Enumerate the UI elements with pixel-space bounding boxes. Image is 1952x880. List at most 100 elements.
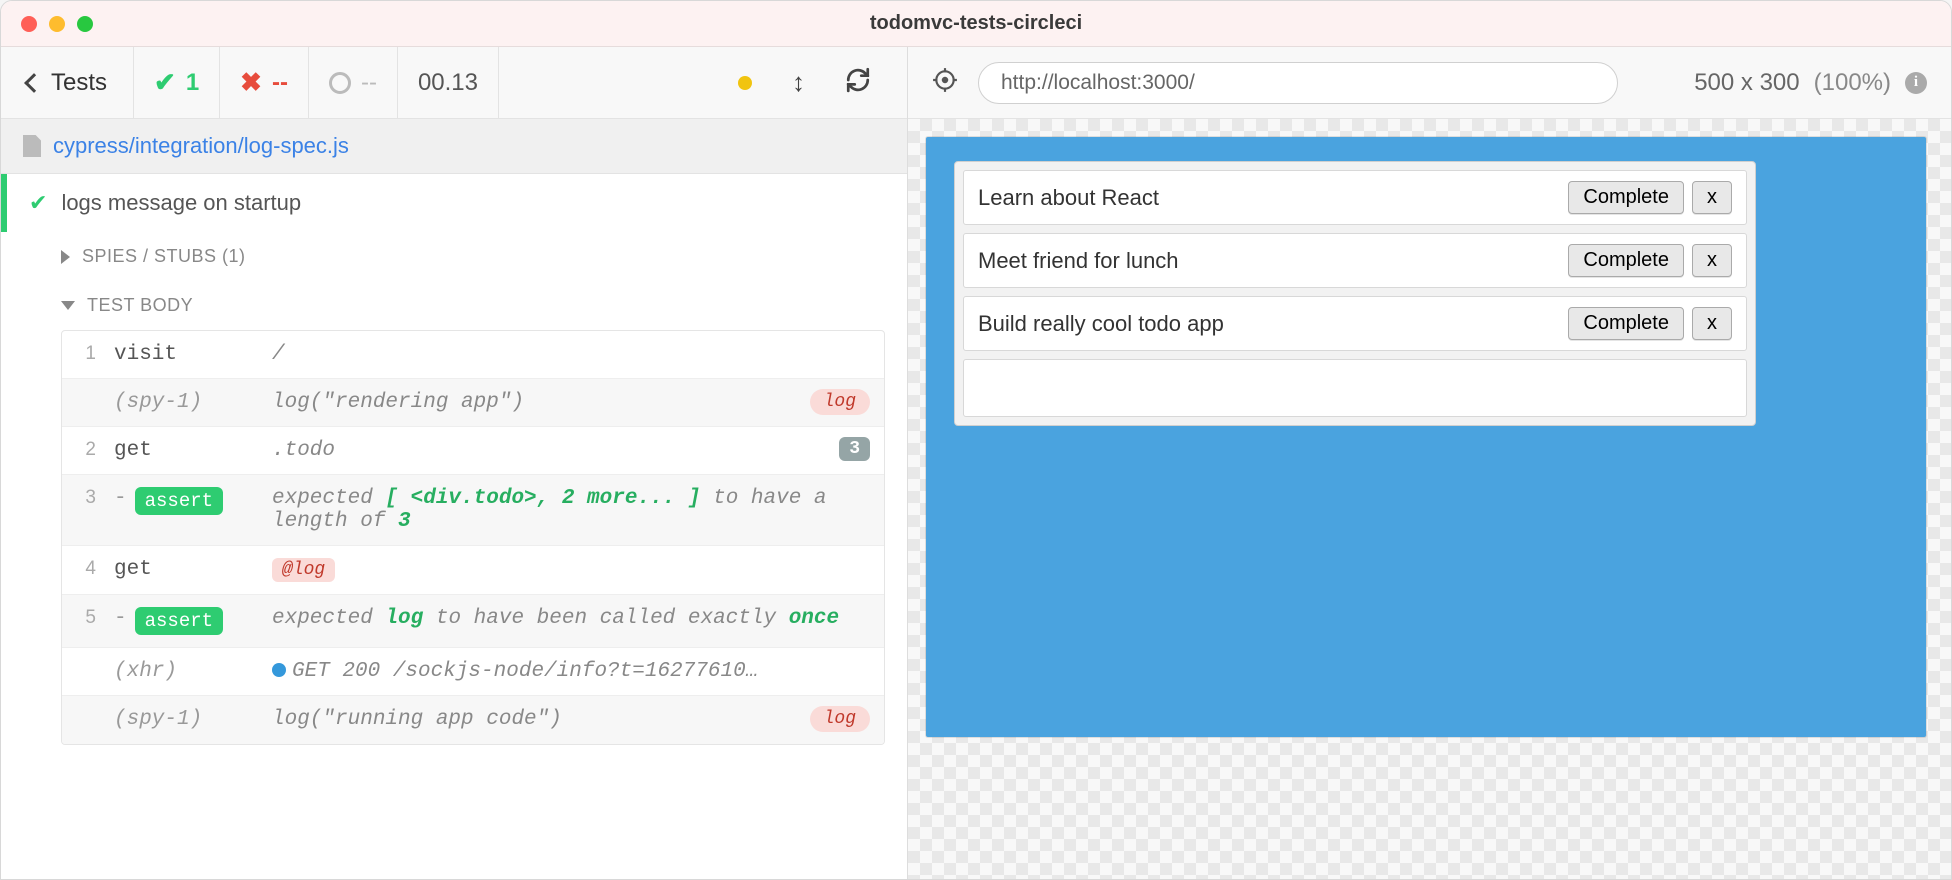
application-under-test-panel: http://localhost:3000/ 500 x 300 (100%) … bbox=[908, 47, 1951, 879]
todo-item: Meet friend for lunch Completex bbox=[963, 233, 1747, 288]
close-window-button[interactable] bbox=[21, 16, 37, 32]
auto-scroll-toggle[interactable]: ↕ bbox=[792, 67, 805, 98]
spec-file-path: cypress/integration/log-spec.js bbox=[53, 133, 349, 159]
todo-item: Build really cool todo app Completex bbox=[963, 296, 1747, 351]
command-number bbox=[62, 379, 106, 403]
traffic-lights bbox=[1, 16, 93, 32]
aut-header: http://localhost:3000/ 500 x 300 (100%) … bbox=[908, 47, 1951, 119]
stats-passed: ✔ 1 bbox=[134, 47, 220, 118]
viewport-scale: (100%) bbox=[1814, 69, 1891, 97]
todo-text: Learn about React bbox=[978, 185, 1560, 211]
complete-button[interactable]: Complete bbox=[1568, 181, 1684, 214]
command-number: 3 bbox=[62, 475, 106, 521]
elapsed-time: 00.13 bbox=[398, 47, 499, 118]
command-badge: 3 bbox=[839, 437, 870, 461]
delete-button[interactable]: x bbox=[1692, 181, 1732, 214]
delete-button[interactable]: x bbox=[1692, 307, 1732, 340]
command-row[interactable]: (spy-1)log("rendering app")log bbox=[62, 379, 884, 427]
stats-pending: -- bbox=[309, 47, 398, 118]
todo-text: Build really cool todo app bbox=[978, 311, 1560, 337]
alias-pill: @log bbox=[272, 558, 335, 582]
spies-label: SPIES / STUBS (1) bbox=[82, 246, 246, 267]
test-title-row[interactable]: ✔ logs message on startup bbox=[1, 174, 907, 232]
x-icon: ✖ bbox=[240, 67, 262, 98]
passed-count: 1 bbox=[186, 69, 199, 97]
spies-section: SPIES / STUBS (1) bbox=[1, 232, 907, 281]
command-row[interactable]: 3-assertexpected [ <div.todo>, 2 more...… bbox=[62, 475, 884, 546]
command-message: log("rendering app") bbox=[264, 379, 796, 426]
aut-viewport-wrap: Learn about ReactCompletexMeet friend fo… bbox=[908, 119, 1951, 879]
circle-icon bbox=[329, 72, 351, 94]
content-area: Tests ✔ 1 ✖ -- -- 00.13 ↕ bbox=[1, 47, 1951, 879]
aut-iframe: Learn about ReactCompletexMeet friend fo… bbox=[926, 137, 1926, 737]
command-name: (spy-1) bbox=[106, 379, 264, 426]
failed-count: -- bbox=[272, 69, 288, 97]
status-dot-icon bbox=[738, 76, 752, 90]
selector-playground-button[interactable] bbox=[932, 67, 958, 98]
url-text: http://localhost:3000/ bbox=[1001, 71, 1195, 95]
file-icon bbox=[23, 135, 41, 157]
delete-button[interactable]: x bbox=[1692, 244, 1732, 277]
test-title: logs message on startup bbox=[61, 190, 301, 216]
command-number bbox=[62, 648, 106, 672]
app-window: todomvc-tests-circleci Tests ✔ 1 ✖ -- bbox=[0, 0, 1952, 880]
header-controls: ↕ bbox=[702, 47, 907, 118]
info-icon[interactable]: i bbox=[1905, 72, 1927, 94]
command-message: log("running app code") bbox=[264, 696, 796, 743]
maximize-window-button[interactable] bbox=[77, 16, 93, 32]
command-name: (spy-1) bbox=[106, 696, 264, 743]
back-to-tests-button[interactable]: Tests bbox=[1, 47, 134, 118]
command-message: expected log to have been called exactly… bbox=[264, 595, 884, 642]
reporter-header: Tests ✔ 1 ✖ -- -- 00.13 ↕ bbox=[1, 47, 907, 119]
command-name: -assert bbox=[106, 475, 264, 527]
stats-failed: ✖ -- bbox=[220, 47, 309, 118]
command-name: (xhr) bbox=[106, 648, 264, 695]
complete-button[interactable]: Complete bbox=[1568, 244, 1684, 277]
command-row[interactable]: 5-assertexpected log to have been called… bbox=[62, 595, 884, 648]
test-body-section: TEST BODY 1visit/(spy-1)log("rendering a… bbox=[1, 281, 907, 765]
command-number: 2 bbox=[62, 427, 106, 473]
command-row[interactable]: 1visit/ bbox=[62, 331, 884, 379]
command-badge-wrap: log bbox=[796, 379, 884, 425]
command-log: 1visit/(spy-1)log("rendering app")log2ge… bbox=[61, 330, 885, 745]
todo-app: Learn about ReactCompletexMeet friend fo… bbox=[954, 161, 1756, 426]
check-icon: ✔ bbox=[29, 190, 47, 216]
assert-badge: assert bbox=[135, 487, 223, 515]
todo-text: Meet friend for lunch bbox=[978, 248, 1560, 274]
assert-badge: assert bbox=[135, 607, 223, 635]
spec-file-row[interactable]: cypress/integration/log-spec.js bbox=[1, 119, 907, 174]
xhr-dot-icon bbox=[272, 663, 286, 677]
command-message: expected [ <div.todo>, 2 more... ] to ha… bbox=[264, 475, 884, 545]
header-spacer bbox=[499, 47, 702, 118]
viewport-info: 500 x 300 (100%) i bbox=[1694, 69, 1927, 97]
rerun-button[interactable] bbox=[845, 67, 871, 98]
command-row[interactable]: (xhr)GET 200 /sockjs-node/info?t=1627761… bbox=[62, 648, 884, 696]
command-message: @log bbox=[264, 546, 884, 594]
titlebar: todomvc-tests-circleci bbox=[1, 1, 1951, 47]
caret-right-icon bbox=[61, 250, 70, 264]
reporter-panel: Tests ✔ 1 ✖ -- -- 00.13 ↕ bbox=[1, 47, 908, 879]
command-name: get bbox=[106, 427, 264, 474]
test-body-label: TEST BODY bbox=[87, 295, 193, 316]
command-number: 1 bbox=[62, 331, 106, 377]
command-message: / bbox=[264, 331, 884, 378]
pending-count: -- bbox=[361, 69, 377, 97]
command-message: .todo bbox=[264, 427, 825, 474]
command-badge-wrap: log bbox=[796, 696, 884, 742]
command-name: -assert bbox=[106, 595, 264, 647]
test-body-header[interactable]: TEST BODY bbox=[61, 281, 885, 330]
chevron-left-icon bbox=[24, 73, 44, 93]
command-row[interactable]: 2get.todo 3 bbox=[62, 427, 884, 475]
url-bar[interactable]: http://localhost:3000/ bbox=[978, 62, 1618, 104]
command-row[interactable]: (spy-1)log("running app code")log bbox=[62, 696, 884, 744]
spies-header[interactable]: SPIES / STUBS (1) bbox=[61, 232, 885, 281]
command-number: 5 bbox=[62, 595, 106, 641]
new-todo-input[interactable] bbox=[963, 359, 1747, 417]
command-number bbox=[62, 696, 106, 720]
command-row[interactable]: 4get@log bbox=[62, 546, 884, 595]
minimize-window-button[interactable] bbox=[49, 16, 65, 32]
caret-down-icon bbox=[61, 301, 75, 310]
command-badge-wrap: 3 bbox=[825, 427, 884, 471]
complete-button[interactable]: Complete bbox=[1568, 307, 1684, 340]
command-message: GET 200 /sockjs-node/info?t=16277610… bbox=[264, 648, 884, 695]
